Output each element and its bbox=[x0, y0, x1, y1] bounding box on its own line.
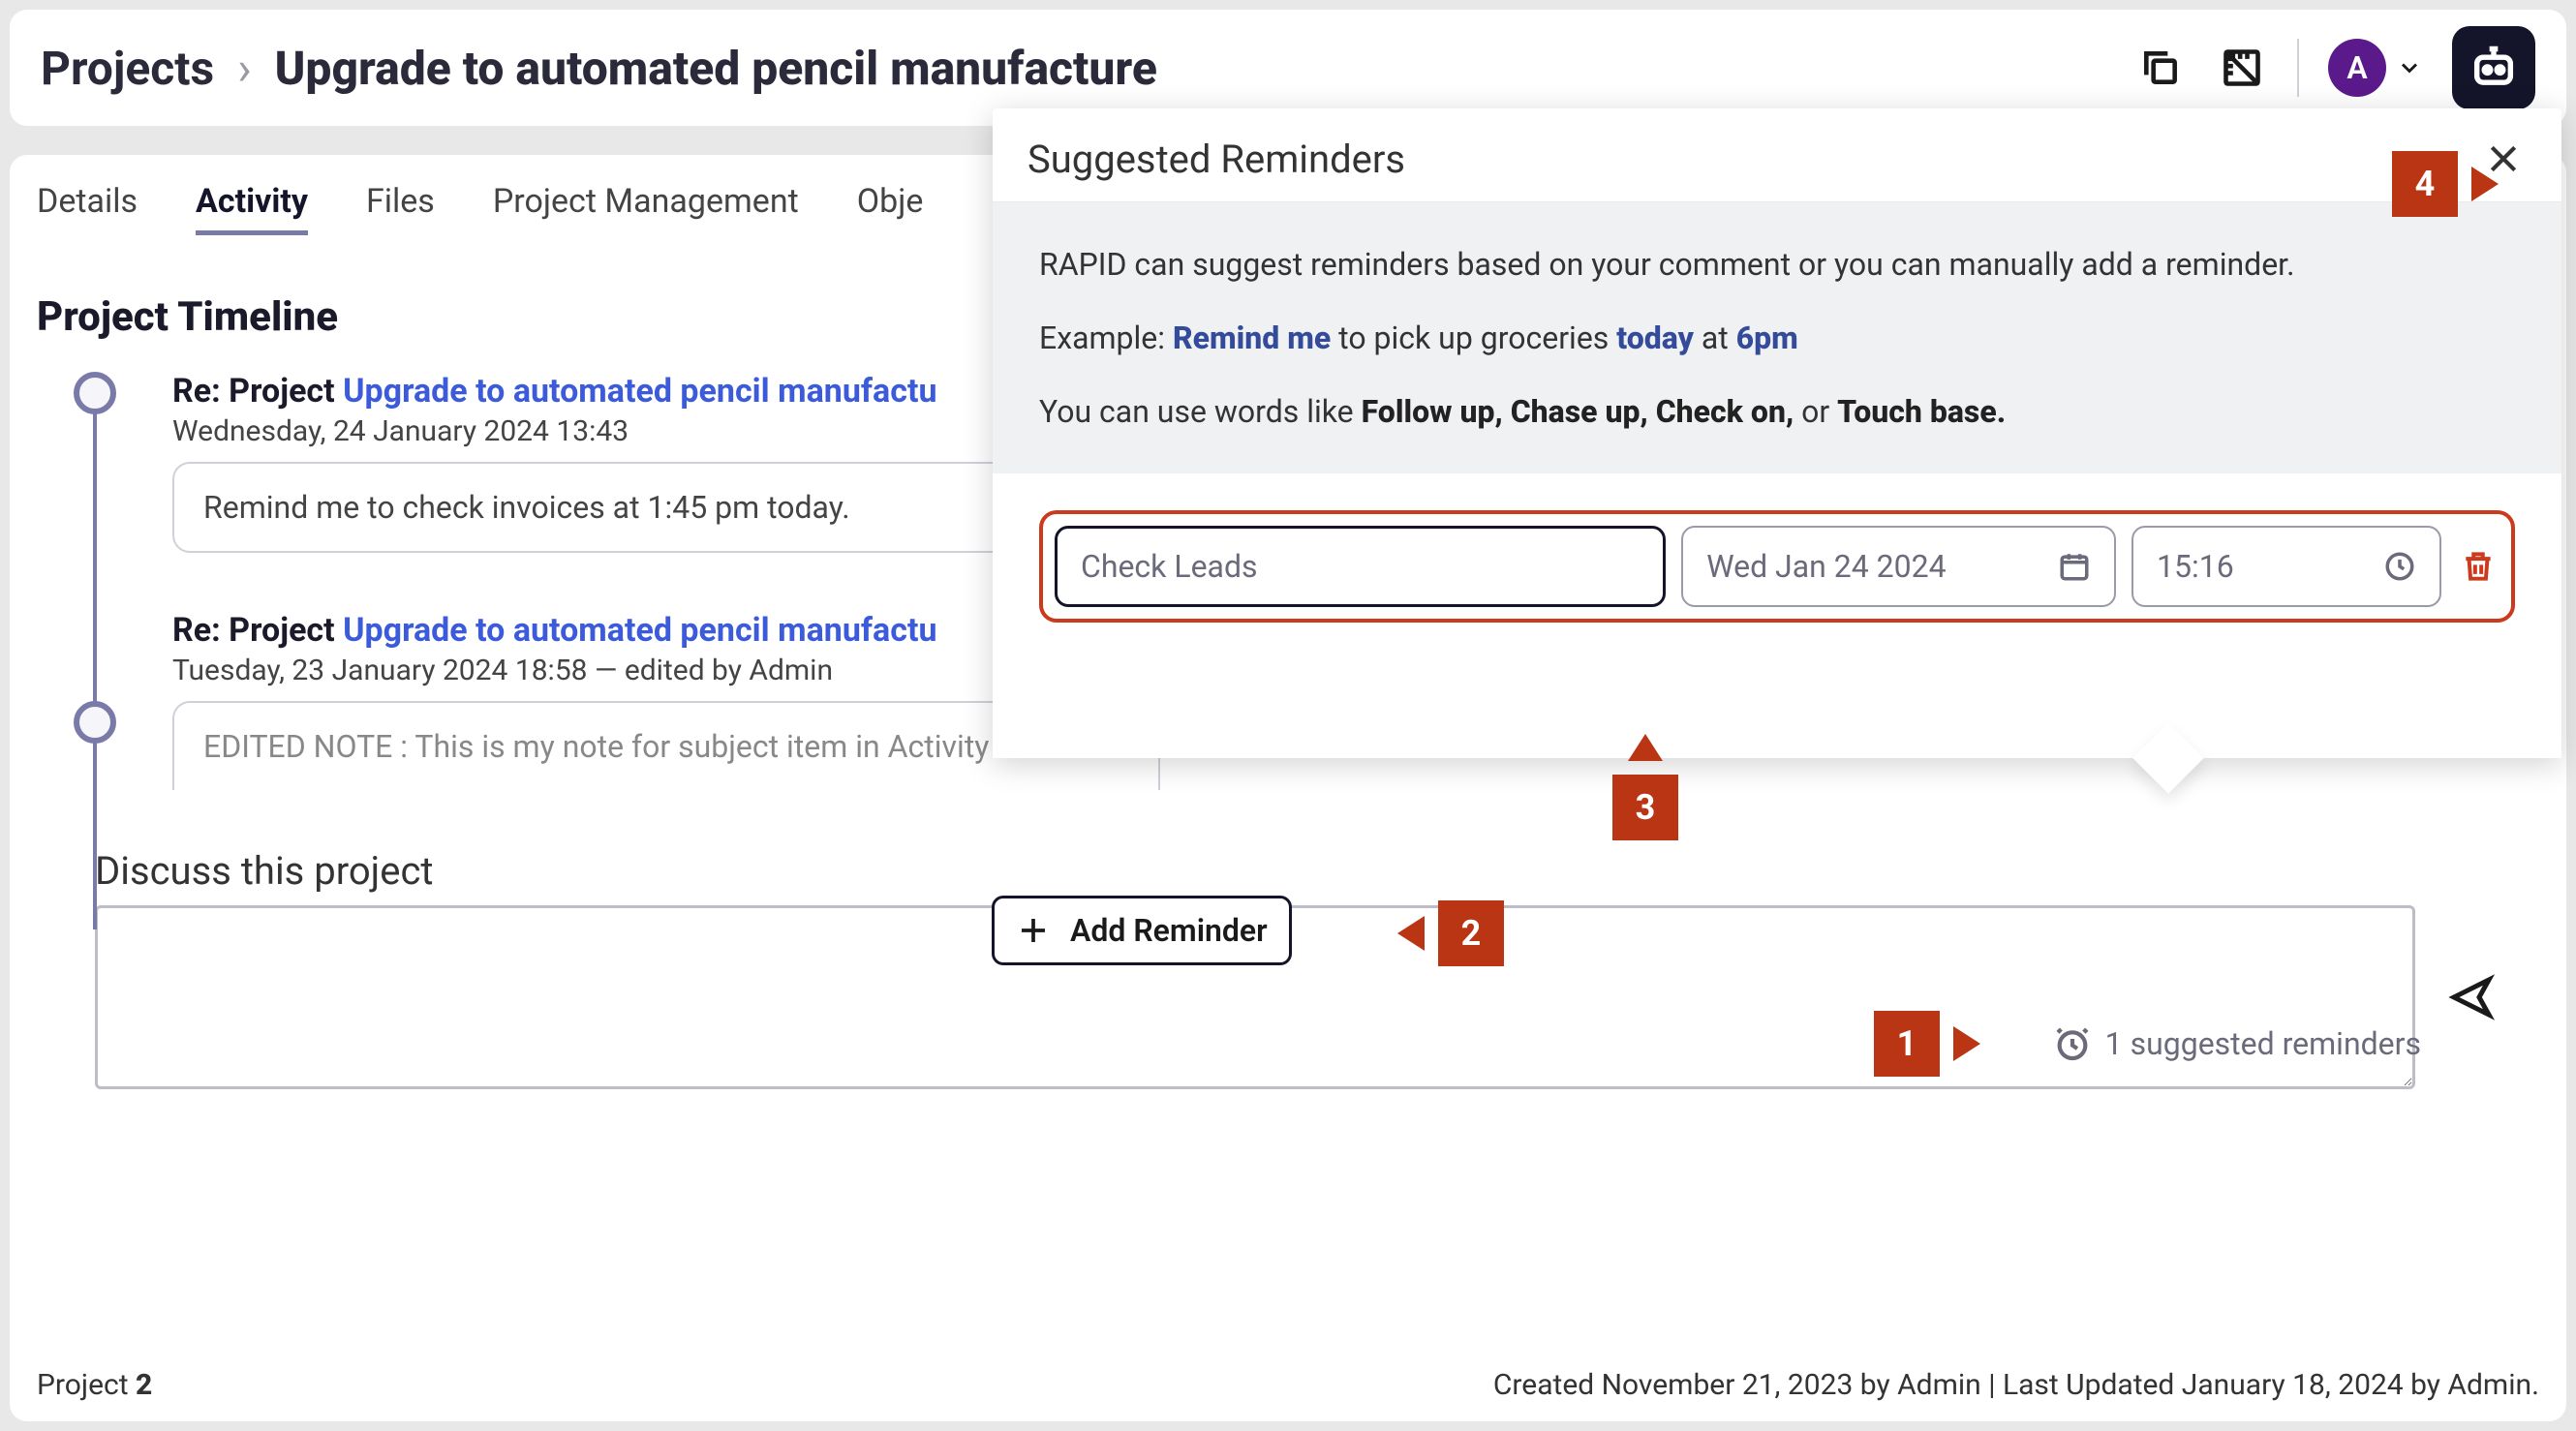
suggested-reminders-popover: Suggested Reminders RAPID can suggest re… bbox=[993, 108, 2561, 758]
tab-objectives-truncated[interactable]: Obje bbox=[857, 182, 924, 235]
clock-icon bbox=[2383, 550, 2416, 583]
popover-form: Check Leads Wed Jan 24 2024 15:16 bbox=[993, 473, 2561, 632]
assistant-button[interactable] bbox=[2452, 26, 2535, 109]
divider bbox=[2297, 39, 2299, 97]
chevron-right-icon: › bbox=[237, 41, 251, 96]
alarm-icon bbox=[2053, 1024, 2092, 1063]
popover-info: RAPID can suggest reminders based on you… bbox=[993, 202, 2561, 473]
reminder-time-input[interactable]: 15:16 bbox=[2131, 526, 2441, 607]
breadcrumb-title: Upgrade to automated pencil manufacture bbox=[275, 41, 1157, 96]
popover-info-example: Example: Remind me to pick up groceries … bbox=[1039, 315, 2515, 361]
timeline-item-link[interactable]: Upgrade to automated pencil manufactu bbox=[343, 372, 936, 411]
timeline-line bbox=[93, 387, 97, 929]
tab-project-management[interactable]: Project Management bbox=[493, 182, 799, 235]
callout-4: 4 bbox=[2392, 151, 2458, 217]
popover-info-line: RAPID can suggest reminders based on you… bbox=[1039, 241, 2515, 288]
popover-title: Suggested Reminders bbox=[1027, 137, 1405, 182]
footer-left: Project 2 bbox=[37, 1368, 152, 1402]
ruler-icon[interactable] bbox=[2216, 42, 2268, 94]
chevron-down-icon bbox=[2396, 54, 2423, 81]
tab-details[interactable]: Details bbox=[37, 182, 138, 235]
add-reminder-label: Add Reminder bbox=[1070, 912, 1268, 949]
header-actions: A bbox=[2134, 26, 2535, 109]
popover-header: Suggested Reminders bbox=[993, 108, 2561, 202]
delete-reminder-button[interactable] bbox=[2457, 545, 2499, 588]
timeline-marker bbox=[74, 701, 116, 744]
breadcrumb-root[interactable]: Projects bbox=[41, 41, 214, 96]
suggested-reminders-label: 1 suggested reminders bbox=[2105, 1025, 2421, 1062]
footer: Project 2 Created November 21, 2023 by A… bbox=[37, 1368, 2539, 1402]
callout-2: 2 bbox=[1438, 900, 1504, 966]
tab-activity[interactable]: Activity bbox=[196, 182, 308, 235]
reminder-row-highlight: Check Leads Wed Jan 24 2024 15:16 bbox=[1039, 510, 2515, 623]
reminder-time-value: 15:16 bbox=[2157, 548, 2234, 585]
timeline-item-link[interactable]: Upgrade to automated pencil manufactu bbox=[343, 611, 936, 650]
footer-right: Created November 21, 2023 by Admin | Las… bbox=[1493, 1368, 2539, 1402]
calendar-icon bbox=[2058, 550, 2091, 583]
callout-1: 1 bbox=[1874, 1011, 1940, 1077]
discuss-title: Discuss this project bbox=[95, 848, 2539, 894]
reminder-title-input[interactable]: Check Leads bbox=[1055, 526, 1666, 607]
reminder-date-value: Wed Jan 24 2024 bbox=[1706, 548, 1946, 585]
user-menu[interactable]: A bbox=[2328, 39, 2423, 97]
plus-icon bbox=[1016, 913, 1051, 948]
send-button[interactable] bbox=[2442, 968, 2500, 1026]
popover-info-keywords: You can use words like Follow up, Chase … bbox=[1039, 388, 2515, 435]
trash-icon bbox=[2460, 548, 2497, 585]
copy-icon[interactable] bbox=[2134, 42, 2187, 94]
add-reminder-button[interactable]: Add Reminder bbox=[992, 896, 1292, 965]
tab-files[interactable]: Files bbox=[366, 182, 435, 235]
callout-3: 3 bbox=[1612, 775, 1678, 840]
timeline-marker bbox=[74, 372, 116, 414]
suggested-reminders-link[interactable]: 1 suggested reminders bbox=[2053, 1024, 2421, 1063]
reminder-date-input[interactable]: Wed Jan 24 2024 bbox=[1681, 526, 2116, 607]
avatar: A bbox=[2328, 39, 2386, 97]
breadcrumb: Projects › Upgrade to automated pencil m… bbox=[41, 41, 1157, 96]
